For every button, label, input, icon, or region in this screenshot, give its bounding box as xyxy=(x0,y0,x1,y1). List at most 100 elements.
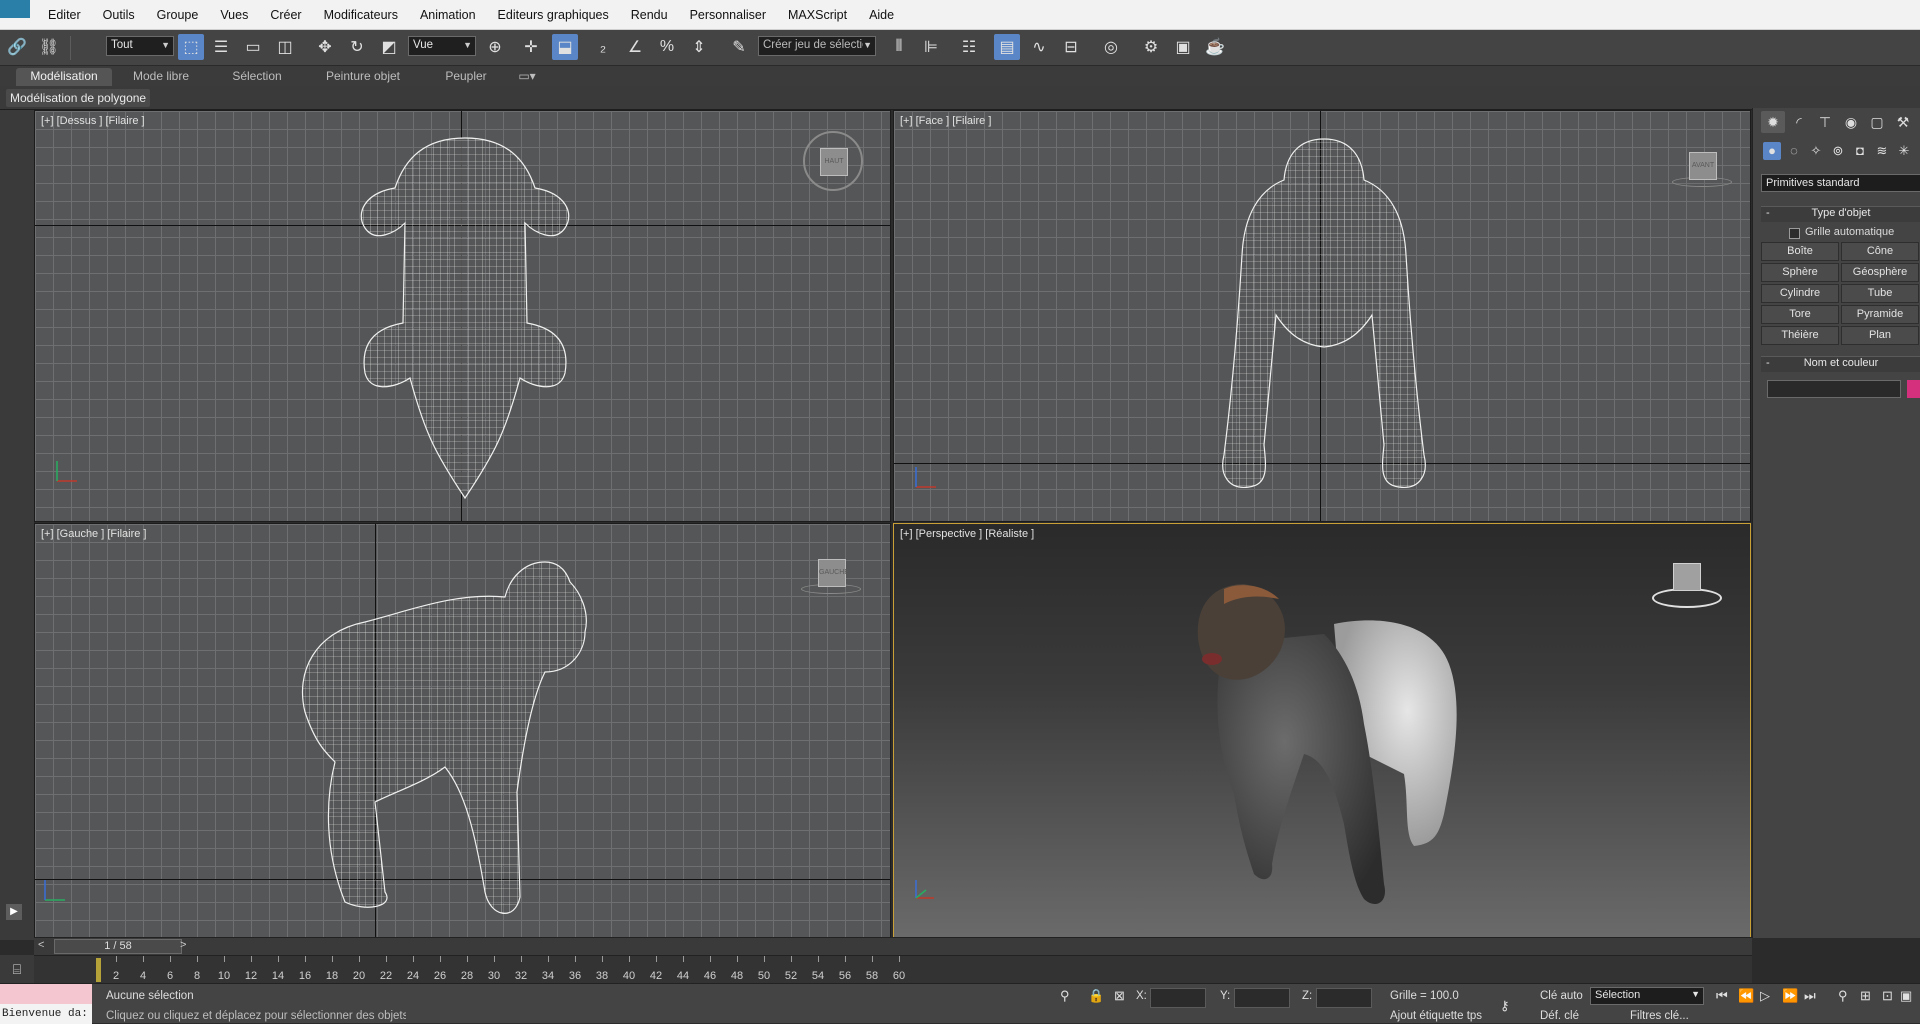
name-color-rollout[interactable]: - Nom et couleur xyxy=(1761,356,1920,372)
viewport-label[interactable]: [+] [Dessus ] [Filaire ] xyxy=(41,115,145,127)
primitive-button[interactable]: Cylindre xyxy=(1761,284,1839,303)
y-coord-input[interactable] xyxy=(1234,988,1290,1008)
maximize-viewport-icon[interactable]: ▣ xyxy=(1900,988,1912,1004)
viewcube[interactable]: GAUCHE xyxy=(801,554,861,614)
spinner-snap-icon[interactable]: ⇕ xyxy=(686,34,712,60)
object-type-rollout[interactable]: - Type d'objet xyxy=(1761,206,1920,222)
curve-editor-icon[interactable]: ∿ xyxy=(1026,34,1052,60)
go-to-start-icon[interactable]: ⏮ xyxy=(1716,988,1728,1004)
auto-key-button[interactable]: Clé auto xyxy=(1540,990,1583,1002)
viewport-perspective[interactable]: [+] [Perspective ] [Réaliste ] xyxy=(893,523,1751,938)
scale-icon[interactable]: ◩ xyxy=(376,34,402,60)
shapes-icon[interactable]: ◌ xyxy=(1785,142,1803,160)
set-key-button[interactable]: Déf. clé xyxy=(1540,1010,1579,1022)
zoom-all-icon[interactable]: ⊞ xyxy=(1860,988,1871,1004)
percent-snap-icon[interactable]: % xyxy=(654,34,680,60)
tab-selection[interactable]: Sélection xyxy=(222,68,292,87)
menu-item[interactable]: MAXScript xyxy=(777,8,858,22)
primitive-button[interactable]: Géosphère xyxy=(1841,263,1919,282)
primitive-button[interactable]: Tore xyxy=(1761,305,1839,324)
menu-item[interactable]: Créer xyxy=(259,8,312,22)
angle-snap-icon[interactable]: ∠ xyxy=(622,34,648,60)
lock-selection-icon[interactable]: 🔒 xyxy=(1088,988,1104,1004)
align-icon[interactable]: ⊫ xyxy=(918,34,944,60)
absolute-mode-icon[interactable]: ⊠ xyxy=(1114,988,1125,1004)
zoom-icon[interactable]: ⚲ xyxy=(1838,988,1848,1004)
rect-selection-icon[interactable]: ▭ xyxy=(240,34,266,60)
primitive-button[interactable]: Théière xyxy=(1761,326,1839,345)
time-slider[interactable]: < 1 / 58 > xyxy=(34,937,1752,955)
tab-modelisation[interactable]: Modélisation xyxy=(16,68,112,87)
tab-peupler[interactable]: Peupler xyxy=(436,68,496,87)
object-category-select[interactable]: Primitives standard xyxy=(1761,174,1920,192)
menu-item[interactable]: Outils xyxy=(92,8,146,22)
cameras-icon[interactable]: ⊚ xyxy=(1829,142,1847,160)
viewport-top[interactable]: [+] [Dessus ] [Filaire ] HAUT xyxy=(34,110,891,522)
menu-item[interactable]: Rendu xyxy=(620,8,679,22)
track-bar[interactable]: 2 4 6 8 10 12 14 16 18 20 22 24 26 28 30 32 34 36 38 40 42 44… xyxy=(34,955,1752,983)
menu-item[interactable]: Editer xyxy=(40,8,92,22)
pivot-center-icon[interactable]: ⊕ xyxy=(482,34,508,60)
maxscript-listener[interactable]: Bienvenue da: xyxy=(0,984,92,1024)
hierarchy-tab-icon[interactable]: ⊤ xyxy=(1813,111,1837,133)
x-coord-input[interactable] xyxy=(1150,988,1206,1008)
key-filters-button[interactable]: Filtres clé... xyxy=(1630,1010,1689,1022)
primitive-button[interactable]: Plan xyxy=(1841,326,1919,345)
reference-coord-select[interactable]: Vue ▼ xyxy=(408,36,476,56)
motion-tab-icon[interactable]: ◉ xyxy=(1839,111,1863,133)
z-coord-input[interactable] xyxy=(1316,988,1372,1008)
menu-item[interactable]: Vues xyxy=(209,8,259,22)
next-frame-icon[interactable]: > xyxy=(180,939,186,951)
expand-ribbon-icon[interactable]: ▶ xyxy=(6,904,22,920)
primitive-button[interactable]: Cône xyxy=(1841,242,1919,261)
viewport-label[interactable]: [+] [Gauche ] [Filaire ] xyxy=(41,528,146,540)
viewport-front[interactable]: [+] [Face ] [Filaire ] AVANT xyxy=(893,110,1751,522)
viewcube[interactable] xyxy=(1652,558,1722,618)
primitive-button[interactable]: Pyramide xyxy=(1841,305,1919,324)
helpers-icon[interactable]: ◘ xyxy=(1851,142,1869,160)
named-selection-set-select[interactable]: Créer jeu de sélection▼ xyxy=(758,36,876,56)
unlink-icon[interactable]: ⛓ xyxy=(36,34,62,60)
prev-frame-icon[interactable]: < xyxy=(38,939,44,951)
menu-item[interactable]: Animation xyxy=(409,8,487,22)
select-by-name-icon[interactable]: ☰ xyxy=(208,34,234,60)
schematic-view-icon[interactable]: ⊟ xyxy=(1058,34,1084,60)
menu-item[interactable]: Personnaliser xyxy=(679,8,777,22)
curve-editor-toggle-icon[interactable]: ⌸ xyxy=(0,955,34,983)
snap-toggle-icon[interactable]: ₂ xyxy=(590,34,616,60)
tab-peinture-objet[interactable]: Peinture objet xyxy=(318,68,408,87)
rendered-frame-window-icon[interactable]: ▣ xyxy=(1170,34,1196,60)
go-to-end-icon[interactable]: ⏭ xyxy=(1804,988,1816,1004)
move-icon[interactable]: ✥ xyxy=(312,34,338,60)
systems-icon[interactable]: ✳ xyxy=(1895,142,1913,160)
isolate-icon[interactable]: ⚲ xyxy=(1060,988,1070,1004)
menu-item[interactable]: Modificateurs xyxy=(313,8,409,22)
mirror-icon[interactable]: ⫴ xyxy=(886,34,912,60)
add-time-tag[interactable]: Ajout étiquette tps xyxy=(1390,1010,1482,1022)
select-object-icon[interactable]: ⬚ xyxy=(178,34,204,60)
viewport-left[interactable]: [+] [Gauche ] [Filaire ] GAUCHE xyxy=(34,523,891,938)
graphite-ribbon-icon[interactable]: ▤ xyxy=(994,34,1020,60)
tab-mode-libre[interactable]: Mode libre xyxy=(120,68,202,87)
viewport-label[interactable]: [+] [Face ] [Filaire ] xyxy=(900,115,991,127)
selection-filter-select[interactable]: Tout ▼ xyxy=(106,36,174,56)
next-key-icon[interactable]: ⏩ xyxy=(1782,988,1798,1004)
rotate-icon[interactable]: ↻ xyxy=(344,34,370,60)
primitive-button[interactable]: Boîte xyxy=(1761,242,1839,261)
keyboard-shortcut-toggle-icon[interactable]: ⬓ xyxy=(552,34,578,60)
menu-item[interactable]: Editeurs graphiques xyxy=(487,8,620,22)
viewcube[interactable]: AVANT xyxy=(1672,147,1732,207)
time-slider-handle[interactable]: 1 / 58 xyxy=(54,939,182,954)
utilities-tab-icon[interactable]: ⚒ xyxy=(1891,111,1915,133)
key-icon[interactable]: ⚷ xyxy=(1500,998,1510,1014)
primitive-button[interactable]: Sphère xyxy=(1761,263,1839,282)
object-name-input[interactable] xyxy=(1767,380,1901,398)
select-manipulate-icon[interactable]: ✛ xyxy=(518,34,544,60)
menu-item[interactable]: Groupe xyxy=(146,8,210,22)
viewport-label[interactable]: [+] [Perspective ] [Réaliste ] xyxy=(900,528,1034,540)
play-icon[interactable]: ▷ xyxy=(1760,988,1770,1004)
layer-manager-icon[interactable]: ☷ xyxy=(956,34,982,60)
create-tab-icon[interactable]: ✹ xyxy=(1761,111,1785,133)
viewcube[interactable]: HAUT xyxy=(803,131,863,191)
app-logo-icon[interactable] xyxy=(0,0,30,18)
